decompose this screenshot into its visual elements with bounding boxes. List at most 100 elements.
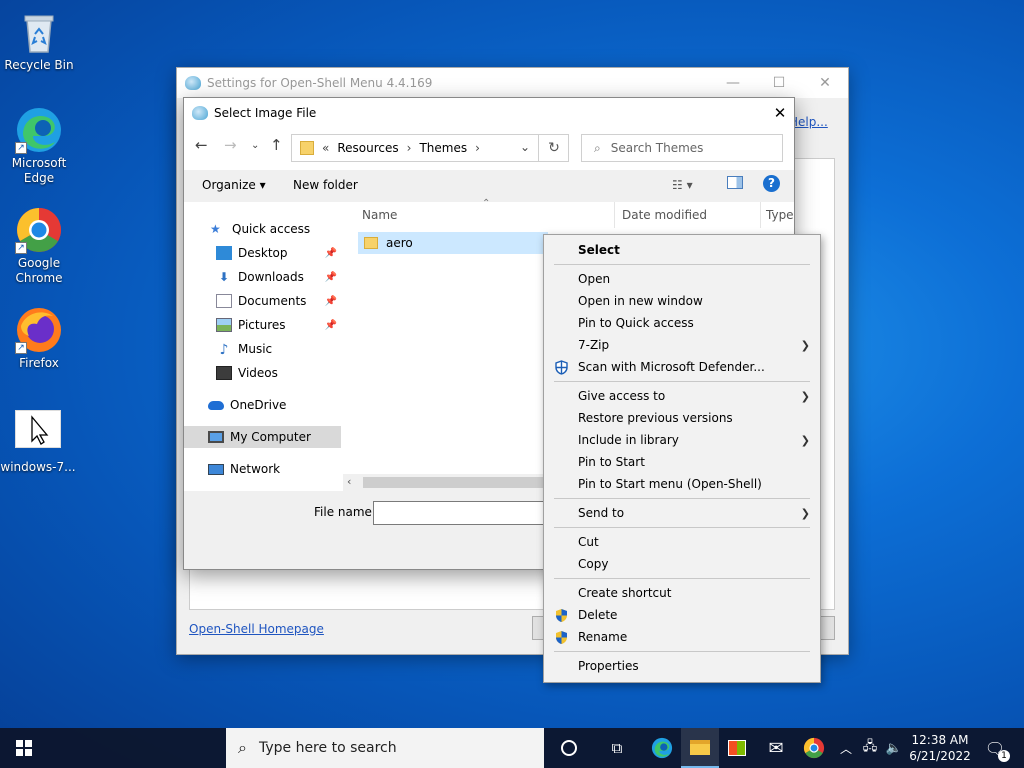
volume-tray-button[interactable]: 🔈 xyxy=(882,728,906,768)
nav-music[interactable]: ♪ Music xyxy=(184,338,341,360)
desktop-icon-edge[interactable]: ↗ Microsoft Edge xyxy=(1,106,77,186)
computer-icon xyxy=(208,431,224,443)
breadcrumb-themes[interactable]: Themes xyxy=(419,141,467,155)
menu-item-pin-start-open-shell[interactable]: Pin to Start menu (Open-Shell) xyxy=(544,473,820,495)
scroll-left-icon[interactable]: ‹ xyxy=(347,475,351,488)
desktop-icon-windows-7[interactable]: windows-7... xyxy=(0,410,76,475)
menu-item-pin-quick-access[interactable]: Pin to Quick access xyxy=(544,312,820,334)
menu-item-select[interactable]: Select xyxy=(544,239,820,261)
submenu-arrow-icon: ❯ xyxy=(800,338,810,352)
dialog-close-button[interactable]: ✕ xyxy=(766,98,794,128)
breadcrumb-separator[interactable]: › xyxy=(475,141,480,155)
store-bag-icon xyxy=(728,740,746,756)
action-center-button[interactable]: 🗨 1 xyxy=(980,728,1010,768)
dialog-title: Select Image File xyxy=(214,106,317,120)
search-input[interactable]: ⌕ Search Themes xyxy=(581,134,783,162)
forward-arrow-icon[interactable]: → xyxy=(224,136,237,154)
maximize-button[interactable]: ☐ xyxy=(756,68,802,98)
nav-downloads[interactable]: ⬇ Downloads 📌 xyxy=(184,266,341,288)
menu-item-7zip[interactable]: 7-Zip ❯ xyxy=(544,334,820,356)
open-shell-icon xyxy=(192,106,208,120)
nav-pictures[interactable]: Pictures 📌 xyxy=(184,314,341,336)
shield-icon xyxy=(554,608,569,623)
taskbar-edge[interactable] xyxy=(643,728,681,768)
nav-quick-access[interactable]: ★ Quick access xyxy=(184,218,341,240)
address-bar[interactable]: « Resources › Themes › ⌄ xyxy=(291,134,569,162)
desktop-icon-chrome[interactable]: ↗ Google Chrome xyxy=(1,206,77,286)
column-name[interactable]: Name xyxy=(362,208,397,222)
close-button[interactable]: ✕ xyxy=(802,68,848,98)
taskbar-search-placeholder: Type here to search xyxy=(258,740,397,756)
homepage-link[interactable]: Open-Shell Homepage xyxy=(189,622,324,636)
preview-pane-icon[interactable] xyxy=(727,176,743,189)
nav-network[interactable]: Network xyxy=(184,458,341,480)
clock-date: 6/21/2022 xyxy=(909,749,971,763)
menu-item-copy[interactable]: Copy xyxy=(544,553,820,575)
show-hidden-icons-button[interactable]: ︿ xyxy=(836,728,856,768)
nav-onedrive[interactable]: OneDrive xyxy=(184,394,341,416)
taskbar-chrome[interactable] xyxy=(795,728,833,768)
nav-documents[interactable]: Documents 📌 xyxy=(184,290,341,312)
desktop-icon-label: Google Chrome xyxy=(15,256,63,285)
music-note-icon: ♪ xyxy=(219,342,229,358)
refresh-icon[interactable]: ↻ xyxy=(538,134,569,162)
column-type[interactable]: Type xyxy=(766,208,794,222)
task-view-button[interactable]: ⧉ xyxy=(598,728,636,768)
menu-item-send-to[interactable]: Send to ❯ xyxy=(544,502,820,524)
minimize-button[interactable]: — xyxy=(710,68,756,98)
chevron-up-icon: ︿ xyxy=(839,741,852,756)
organize-button[interactable]: Organize ▾ xyxy=(202,178,266,192)
menu-item-restore-versions[interactable]: Restore previous versions xyxy=(544,407,820,429)
menu-item-cut[interactable]: Cut xyxy=(544,531,820,553)
pin-icon[interactable]: 📌 xyxy=(325,320,337,331)
nav-desktop[interactable]: Desktop 📌 xyxy=(184,242,341,264)
menu-item-properties[interactable]: Properties xyxy=(544,655,820,677)
pin-icon[interactable]: 📌 xyxy=(325,248,337,259)
menu-item-create-shortcut[interactable]: Create shortcut xyxy=(544,582,820,604)
document-icon xyxy=(216,294,232,308)
menu-item-open-new-window[interactable]: Open in new window xyxy=(544,290,820,312)
breadcrumb-separator[interactable]: › xyxy=(407,141,412,155)
view-options-icon[interactable]: ☷ ▾ xyxy=(672,178,693,192)
column-date-modified[interactable]: Date modified xyxy=(622,208,707,222)
context-menu: Select Open Open in new window Pin to Qu… xyxy=(543,234,821,683)
cortana-button[interactable] xyxy=(550,728,588,768)
taskbar-mail[interactable]: ✉ xyxy=(757,728,795,768)
desktop-icon-recycle-bin[interactable]: Recycle Bin xyxy=(1,8,77,73)
pin-icon[interactable]: 📌 xyxy=(325,272,337,283)
new-folder-button[interactable]: New folder xyxy=(293,178,358,192)
menu-item-give-access[interactable]: Give access to ❯ xyxy=(544,385,820,407)
taskbar-clock[interactable]: 12:38 AM 6/21/2022 xyxy=(906,732,974,764)
menu-item-scan-defender[interactable]: Scan with Microsoft Defender... xyxy=(544,356,820,378)
network-tray-button[interactable]: 🖧 xyxy=(858,728,882,768)
address-dropdown-icon[interactable]: ⌄ xyxy=(520,140,530,154)
network-icon xyxy=(208,463,224,475)
menu-item-include-library[interactable]: Include in library ❯ xyxy=(544,429,820,451)
sort-indicator-icon: ⌃ xyxy=(482,198,491,209)
menu-item-delete[interactable]: Delete xyxy=(544,604,820,626)
menu-item-pin-start[interactable]: Pin to Start xyxy=(544,451,820,473)
menu-item-rename[interactable]: Rename xyxy=(544,626,820,648)
dialog-title-bar[interactable]: Select Image File xyxy=(184,98,794,128)
nav-videos[interactable]: Videos xyxy=(184,362,341,384)
clock-time: 12:38 AM xyxy=(911,733,969,747)
submenu-arrow-icon: ❯ xyxy=(800,506,810,520)
breadcrumb-resources[interactable]: Resources xyxy=(337,141,398,155)
windows-logo-icon xyxy=(16,740,32,756)
pin-icon[interactable]: 📌 xyxy=(325,296,337,307)
recent-locations-chevron-icon[interactable]: ⌄ xyxy=(251,140,259,151)
cursor-file-icon xyxy=(15,410,61,448)
desktop-icon-label: windows-7... xyxy=(0,460,76,474)
taskbar-store[interactable] xyxy=(718,728,756,768)
breadcrumb-overflow[interactable]: « xyxy=(322,141,329,155)
start-button[interactable] xyxy=(0,728,48,768)
desktop-icon-firefox[interactable]: ↗ Firefox xyxy=(1,306,77,371)
up-arrow-icon[interactable]: ↑ xyxy=(270,136,283,154)
taskbar-file-explorer[interactable] xyxy=(681,728,719,768)
help-icon[interactable]: ? xyxy=(763,175,780,192)
file-row-aero[interactable]: aero xyxy=(358,232,548,254)
nav-my-computer[interactable]: My Computer xyxy=(184,426,341,448)
back-arrow-icon[interactable]: ← xyxy=(195,136,208,154)
taskbar-search-box[interactable]: ⌕ Type here to search xyxy=(226,728,544,768)
menu-item-open[interactable]: Open xyxy=(544,268,820,290)
